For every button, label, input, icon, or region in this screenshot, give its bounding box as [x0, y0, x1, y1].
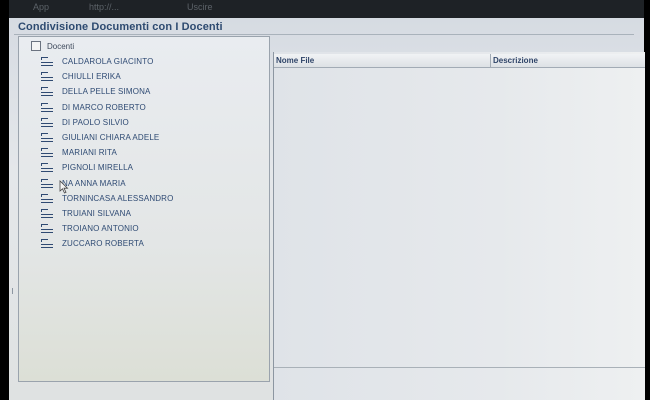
- page-title: Condivisione Documenti con I Docenti: [18, 21, 223, 33]
- tree-item-label: TROIANO ANTONIO: [62, 224, 139, 234]
- tree-item-teacher[interactable]: GIULIANI CHIARA ADELE: [41, 130, 173, 145]
- tree-item-teacher[interactable]: CHIULLI ERIKA: [41, 69, 173, 84]
- photo-border-left: [0, 0, 9, 400]
- tree-item-teacher[interactable]: DELLA PELLE SIMONA: [41, 84, 173, 99]
- panel-edge-mark: [12, 288, 16, 294]
- teachers-tree-panel[interactable]: Docenti CALDAROLA GIACINTO CHIULLI ERIKA D…: [18, 36, 270, 382]
- tree-item-label: GIULIANI CHIARA ADELE: [62, 133, 160, 143]
- file-table-divider: [274, 367, 645, 368]
- folder-icon: [41, 148, 53, 157]
- tree-item-teacher[interactable]: DI MARCO ROBERTO: [41, 100, 173, 115]
- folder-icon: [41, 208, 53, 218]
- tree-item-label: TRUIANI SILVANA: [62, 208, 132, 218]
- title-divider: [14, 34, 634, 35]
- folder-icon: [41, 224, 53, 233]
- tree-item-teacher[interactable]: TROIANO ANTONIO: [41, 221, 173, 236]
- tree-root[interactable]: Docenti: [31, 40, 74, 52]
- folder-icon: [41, 193, 53, 203]
- tree-item-teacher[interactable]: CALDAROLA GIACINTO: [41, 54, 173, 69]
- folder-icon: [41, 133, 53, 142]
- screenshot-frame: App http://... Uscire Condivisione Docum…: [0, 0, 650, 400]
- browser-toolbar: App http://... Uscire: [9, 0, 644, 18]
- tree-item-label: CALDAROLA GIACINTO: [62, 57, 154, 67]
- file-table-header: Nome File Descrizione: [274, 54, 645, 68]
- tree-root-checkbox[interactable]: [31, 41, 41, 51]
- apps-link[interactable]: App: [33, 0, 49, 14]
- tree-item-teacher[interactable]: ZUCCARO ROBERTA: [41, 236, 173, 251]
- folder-icon: [41, 178, 53, 188]
- mouse-cursor-icon: [59, 180, 69, 194]
- tree-item-label: DI MARCO ROBERTO: [62, 102, 146, 112]
- tree-item-label: TORNINCASA ALESSANDRO: [62, 193, 174, 203]
- tree-item-label: DELLA PELLE SIMONA: [62, 87, 151, 97]
- address-bar[interactable]: http://...: [89, 0, 119, 14]
- tree-item-label: CHIULLI ERIKA: [62, 72, 121, 82]
- tree-item-teacher[interactable]: TRUIANI SILVANA: [41, 206, 173, 221]
- column-header-file-name[interactable]: Nome File: [274, 54, 491, 67]
- folder-icon: [41, 87, 53, 96]
- file-table[interactable]: Nome File Descrizione: [273, 52, 645, 400]
- tree-item-label: PIGNOLI MIRELLA: [62, 163, 134, 173]
- teachers-list: CALDAROLA GIACINTO CHIULLI ERIKA DELLA PEL…: [41, 54, 173, 251]
- tree-item-label: DI PAOLO SILVIO: [62, 117, 129, 127]
- tree-item-teacher[interactable]: MARIANI RITA: [41, 145, 173, 160]
- column-header-description[interactable]: Descrizione: [491, 54, 645, 67]
- folder-icon: [41, 239, 53, 248]
- tree-item-label: MARIANI RITA: [62, 148, 117, 158]
- tree-item-label: NA ANNA MARIA: [62, 178, 126, 188]
- browser-extra[interactable]: Uscire: [187, 0, 213, 14]
- folder-icon: [41, 102, 53, 112]
- folder-icon: [41, 72, 53, 81]
- folder-icon: [41, 57, 53, 66]
- tree-item-teacher[interactable]: PIGNOLI MIRELLA: [41, 160, 173, 175]
- folder-icon: [41, 117, 53, 127]
- tree-item-label: ZUCCARO ROBERTA: [62, 239, 144, 249]
- folder-icon: [41, 163, 53, 172]
- tree-item-teacher[interactable]: DI PAOLO SILVIO: [41, 115, 173, 130]
- tree-root-label: Docenti: [47, 41, 75, 51]
